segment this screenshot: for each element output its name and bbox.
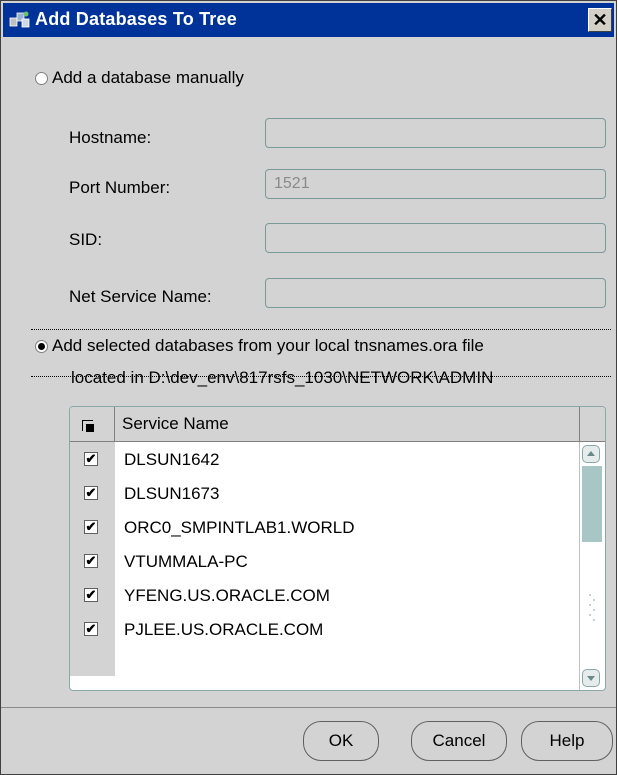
- header-corner: [579, 407, 605, 441]
- service-name-cell: DLSUN1673: [124, 484, 220, 503]
- help-button[interactable]: Help: [521, 721, 613, 761]
- service-name-table: Service Name ✔ DLSUN1642 ✔ DLSUN1673 ✔ O…: [69, 406, 606, 691]
- checkmark-icon[interactable]: ✔: [84, 452, 98, 466]
- scroll-thumb[interactable]: [582, 466, 602, 542]
- service-name-cell: ORC0_SMPINTLAB1.WORLD: [124, 518, 355, 537]
- table-row[interactable]: ✔ PJLEE.US.ORACLE.COM: [70, 612, 580, 646]
- sid-label: SID:: [69, 230, 103, 249]
- port-number-label: Port Number:: [69, 178, 171, 197]
- net-service-name-field[interactable]: [265, 278, 606, 308]
- empty-row: [70, 646, 580, 676]
- service-name-cell: PJLEE.US.ORACLE.COM: [124, 620, 324, 639]
- window-title: Add Databases To Tree: [35, 9, 237, 29]
- table-header: Service Name: [70, 407, 605, 442]
- service-name-cell: DLSUN1642: [124, 450, 220, 469]
- button-divider: [1, 707, 616, 708]
- checkmark-icon[interactable]: ✔: [84, 554, 98, 568]
- table-row[interactable]: ✔ VTUMMALA-PC: [70, 544, 580, 578]
- checkmark-icon[interactable]: ✔: [84, 486, 98, 500]
- sid-field[interactable]: [265, 223, 606, 253]
- service-name-cell: YFENG.US.ORACLE.COM: [124, 586, 330, 605]
- checkmark-icon[interactable]: ✔: [84, 588, 98, 602]
- ok-button[interactable]: OK: [303, 721, 379, 761]
- vertical-scrollbar[interactable]: [579, 442, 604, 690]
- select-all-header-icon[interactable]: [70, 407, 115, 441]
- table-row[interactable]: ✔ DLSUN1642: [70, 442, 580, 476]
- checkmark-icon[interactable]: ✔: [84, 622, 98, 636]
- tnsnames-radio-option[interactable]: Add selected databases from your local t…: [35, 336, 484, 356]
- manual-radio-button[interactable]: [35, 71, 48, 85]
- title-bar: Add Databases To Tree ✕: [3, 3, 614, 37]
- table-row[interactable]: ✔ DLSUN1673: [70, 476, 580, 510]
- tnsnames-location-text: located in D:\dev_env\817rsfs_1030\NETWO…: [71, 368, 494, 387]
- close-icon[interactable]: ✕: [588, 8, 612, 32]
- net-service-name-label: Net Service Name:: [69, 287, 212, 306]
- databases-tree-icon: [9, 10, 31, 30]
- manual-radio-label: Add a database manually: [52, 68, 244, 87]
- checkmark-icon[interactable]: ✔: [84, 520, 98, 534]
- hostname-field[interactable]: [265, 118, 606, 148]
- service-name-cell: VTUMMALA-PC: [124, 552, 248, 571]
- scroll-up-icon[interactable]: [582, 445, 600, 463]
- tnsnames-radio-label: Add selected databases from your local t…: [52, 336, 484, 355]
- manual-radio-option[interactable]: Add a database manually: [35, 68, 244, 88]
- service-name-column-header[interactable]: Service Name: [122, 414, 229, 434]
- service-name-rows: ✔ DLSUN1642 ✔ DLSUN1673 ✔ ORC0_SMPINTLAB…: [70, 442, 580, 676]
- table-row[interactable]: ✔ YFENG.US.ORACLE.COM: [70, 578, 580, 612]
- add-databases-dialog: Add Databases To Tree ✕ Add a database m…: [0, 0, 617, 775]
- hostname-label: Hostname:: [69, 128, 152, 147]
- port-number-field[interactable]: 1521: [265, 169, 606, 199]
- tnsnames-radio-button[interactable]: [35, 339, 48, 353]
- scroll-down-icon[interactable]: [582, 669, 600, 687]
- cancel-button[interactable]: Cancel: [411, 721, 507, 761]
- scroll-grip-icon: [588, 592, 596, 626]
- table-row[interactable]: ✔ ORC0_SMPINTLAB1.WORLD: [70, 510, 580, 544]
